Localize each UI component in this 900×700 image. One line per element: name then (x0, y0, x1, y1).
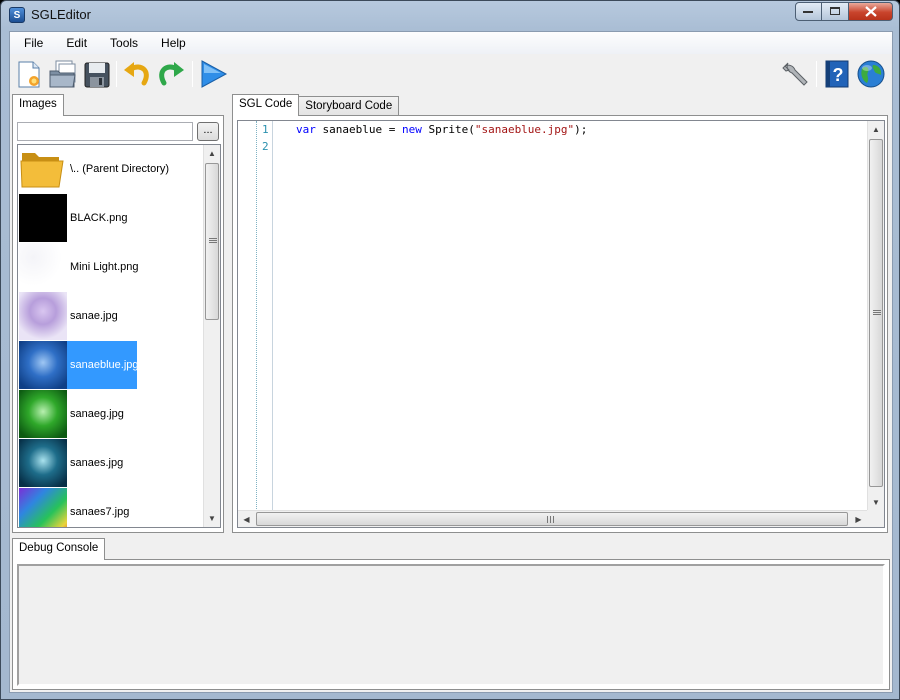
help-button[interactable]: ? (822, 59, 852, 89)
editor-vertical-scrollbar[interactable]: ▲ ▼ (867, 121, 884, 511)
editor-horizontal-scrollbar[interactable]: ◀ ▶ (238, 510, 868, 527)
title-bar[interactable]: S SGLEditor (1, 1, 899, 29)
new-file-icon (18, 61, 40, 88)
file-name: Mini Light.png (70, 261, 139, 273)
image-path-input[interactable] (17, 122, 193, 141)
file-name: \.. (Parent Directory) (70, 163, 170, 175)
line-number: 1 (262, 123, 269, 136)
app-window: S SGLEditor File Edit Tools Help ? Image… (0, 0, 900, 700)
open-button[interactable] (48, 59, 78, 89)
window-title: SGLEditor (31, 7, 91, 22)
scroll-thumb[interactable] (256, 512, 848, 526)
list-item[interactable]: Mini Light.png (19, 243, 203, 292)
client-area: File Edit Tools Help ? Images ... \.. (P… (9, 31, 893, 693)
line-number: 2 (262, 140, 269, 153)
redo-button[interactable] (156, 59, 186, 89)
svg-text:?: ? (833, 65, 844, 85)
globe-icon (857, 60, 885, 88)
menu-help[interactable]: Help (147, 32, 195, 54)
redo-icon (159, 62, 184, 86)
scroll-thumb[interactable] (205, 163, 219, 320)
editor-tabstrip: SGL Code Storyboard Code (232, 94, 400, 117)
new-file-button[interactable] (14, 59, 44, 89)
scroll-up-icon[interactable]: ▲ (204, 145, 220, 162)
image-file-list: \.. (Parent Directory) BLACK.png Mini Li… (17, 144, 221, 528)
code-editor[interactable]: 1 2 var sanaeblue = new Sprite("sanaeblu… (237, 120, 885, 528)
list-item[interactable]: sanaeblue.jpg (19, 341, 203, 390)
menu-bar: File Edit Tools Help (10, 32, 892, 54)
image-thumbnail (19, 488, 67, 527)
tab-debug-console[interactable]: Debug Console (12, 538, 106, 560)
app-logo-icon: S (9, 7, 25, 23)
wrench-icon (782, 62, 808, 86)
minimize-icon (803, 10, 813, 13)
browse-button[interactable]: ... (197, 122, 219, 141)
menu-file[interactable]: File (10, 32, 52, 54)
code-panel: 1 2 var sanaeblue = new Sprite("sanaeblu… (232, 115, 888, 533)
save-disk-icon (84, 62, 110, 88)
menu-tools[interactable]: Tools (96, 32, 147, 54)
debug-panel (12, 559, 890, 690)
file-name: sanaeg.jpg (70, 408, 124, 420)
images-panel: ... \.. (Parent Directory) BLACK.png Min… (12, 115, 224, 533)
file-list-scrollbar[interactable]: ▲ ▼ (203, 145, 220, 527)
minimize-button[interactable] (795, 2, 822, 21)
maximize-icon (829, 7, 840, 15)
file-name: sanaes7.jpg (70, 506, 130, 518)
help-book-icon: ? (825, 60, 849, 88)
scroll-right-icon[interactable]: ▶ (850, 511, 867, 527)
close-button[interactable] (849, 2, 893, 21)
menu-edit[interactable]: Edit (52, 32, 96, 54)
run-play-icon (201, 60, 228, 88)
list-item[interactable]: sanaeg.jpg (19, 390, 203, 439)
list-item[interactable]: sanae.jpg (19, 292, 203, 341)
run-button[interactable] (198, 59, 228, 89)
undo-icon (124, 62, 149, 86)
folder-icon (20, 153, 64, 188)
open-folder-icon (49, 60, 76, 88)
scroll-left-icon[interactable]: ◀ (238, 511, 255, 527)
settings-button[interactable] (780, 59, 810, 89)
web-button[interactable] (856, 59, 886, 89)
line-number-gutter: 1 2 (238, 121, 276, 511)
image-thumbnail (19, 194, 67, 242)
scroll-up-icon[interactable]: ▲ (868, 121, 884, 138)
save-button[interactable] (82, 59, 112, 89)
file-name: sanae.jpg (70, 310, 118, 322)
images-tabstrip: Images (12, 94, 64, 116)
list-item[interactable]: \.. (Parent Directory) (19, 145, 203, 194)
image-thumbnail (19, 292, 67, 340)
file-name: BLACK.png (70, 212, 128, 224)
debug-console-output[interactable] (17, 564, 885, 686)
list-item[interactable]: sanaes.jpg (19, 439, 203, 488)
code-line[interactable]: var sanaeblue = new Sprite("sanaeblue.jp… (296, 123, 587, 136)
scroll-thumb[interactable] (869, 139, 883, 487)
tab-sgl-code[interactable]: SGL Code (232, 94, 300, 116)
image-thumbnail (19, 390, 67, 438)
scroll-down-icon[interactable]: ▼ (204, 510, 220, 527)
list-item[interactable]: BLACK.png (19, 194, 203, 243)
file-name: sanaes.jpg (70, 457, 124, 469)
close-icon (864, 6, 877, 17)
maximize-button[interactable] (822, 2, 849, 21)
debug-tabstrip: Debug Console (12, 538, 106, 560)
toolbar: ? (10, 55, 892, 93)
image-thumbnail (19, 439, 67, 487)
scroll-down-icon[interactable]: ▼ (868, 494, 884, 511)
list-item[interactable]: sanaes7.jpg (19, 488, 203, 527)
image-thumbnail (19, 243, 67, 291)
file-name: sanaeblue.jpg (70, 359, 139, 371)
tab-images[interactable]: Images (12, 94, 64, 116)
tab-storyboard-code[interactable]: Storyboard Code (298, 96, 400, 117)
undo-button[interactable] (122, 59, 152, 89)
image-thumbnail (19, 341, 67, 389)
